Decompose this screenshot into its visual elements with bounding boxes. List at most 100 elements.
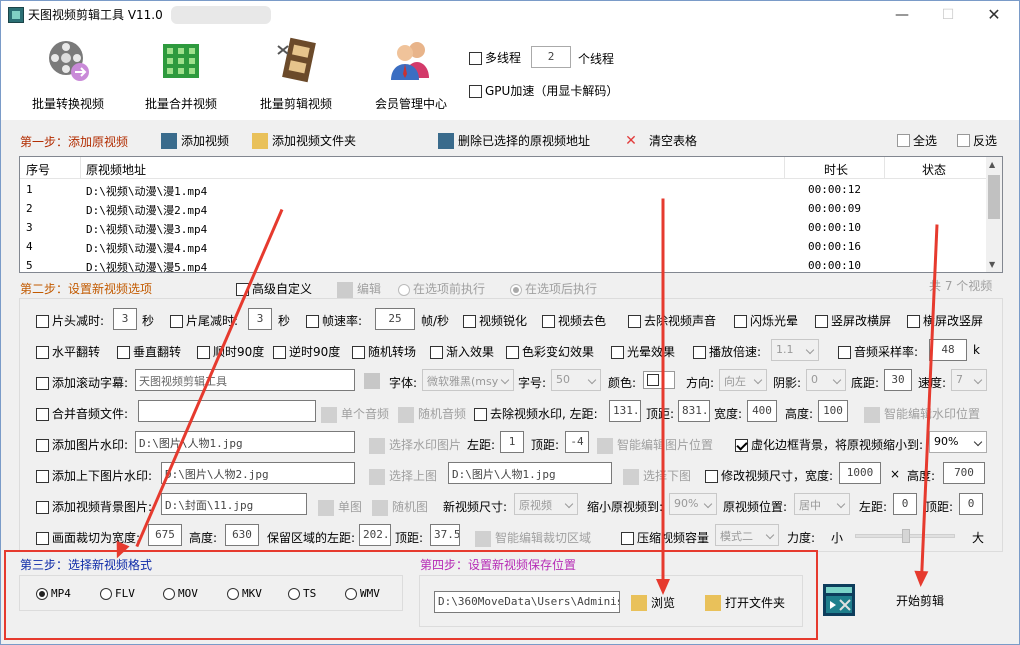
table-row[interactable]: 3 D:\视频\动漫\漫3.mp4 00:00:10 [20,219,986,238]
direction-select[interactable]: 向左 [719,369,767,391]
blur-bg-checkbox[interactable] [735,439,748,452]
v2h-option[interactable]: 竖屏改横屏 [815,312,891,329]
head-cut-option[interactable]: 片头减时: [36,312,104,329]
delete-selected-button[interactable]: 删除已选择的原视频地址 [438,132,590,149]
pick-img-button[interactable]: 选择水印图片 [369,436,461,454]
color-fx-option[interactable]: 色彩变幻效果 [506,343,594,360]
scroll-up-icon[interactable]: ▲ [989,160,995,169]
shrink-select[interactable]: 90% [669,493,717,515]
subtitle-checkbox[interactable] [36,377,49,390]
col-no[interactable]: 序号 [26,161,50,178]
force-slider[interactable] [855,529,955,543]
shadow-select[interactable]: 0 [806,369,846,391]
resize-height-field[interactable]: 700 [943,462,985,484]
pick-bottom-button[interactable]: 选择下图 [623,467,691,485]
img-wm-checkbox[interactable] [36,439,49,452]
font-select[interactable]: 微软雅黑(msy [422,369,514,391]
img-top-field[interactable]: -4 [565,431,589,453]
smart-crop-button[interactable]: 智能编辑裁切区域 [475,529,591,547]
minimize-button[interactable]: — [879,1,925,28]
new-size-select[interactable]: 原视频 [514,493,578,515]
wm-top-field[interactable]: 831.4 [678,400,710,422]
halo-checkbox[interactable] [611,346,624,359]
resample-option[interactable]: 音频采样率: [838,343,918,360]
merge-audio-checkbox[interactable] [36,408,49,421]
crop-top-field[interactable]: 37.5 [430,524,460,546]
bg-img-field[interactable]: D:\封面\11.jpg [161,493,307,515]
decolor-checkbox[interactable] [542,315,555,328]
v2h-checkbox[interactable] [815,315,828,328]
sharpen-option[interactable]: 视频锐化 [463,312,527,329]
keep-left-field[interactable]: 202.5 [359,524,391,546]
edit-button[interactable]: 编辑 [337,280,381,298]
bg-img-checkbox[interactable] [36,501,49,514]
flash-option[interactable]: 闪烁光晕 [734,312,798,329]
flash-checkbox[interactable] [734,315,747,328]
after-exec-radio[interactable] [510,283,522,296]
blur-bg-option[interactable]: 虚化边框背景，将原视频缩小到: [735,436,923,453]
sharpen-checkbox[interactable] [463,315,476,328]
invert-selection-button[interactable]: 反选 [957,132,997,149]
subtitle-option[interactable]: 添加滚动字幕: [36,374,128,391]
merge-audio-option[interactable]: 合并音频文件: [36,405,128,422]
top-img-field[interactable]: D:\图片\人物2.jpg [161,462,355,484]
vflip-option[interactable]: 垂直翻转 [117,343,181,360]
speed-select[interactable]: 1.1 [771,339,819,361]
fade-in-option[interactable]: 渐入效果 [430,343,494,360]
random-img-button[interactable]: 随机图 [372,498,428,516]
compress-option[interactable]: 压缩视频容量 [621,529,709,546]
color-fx-checkbox[interactable] [506,346,519,359]
resize-option[interactable]: 修改视频尺寸，宽度: [705,467,833,484]
fade-in-checkbox[interactable] [430,346,443,359]
clear-table-button[interactable]: ✕ 清空表格 [623,132,697,149]
tail-cut-field[interactable]: 3 [248,308,272,330]
batch-merge-button[interactable]: 批量合并视频 [141,36,221,112]
rand-trans-checkbox[interactable] [352,346,365,359]
remove-wm-checkbox[interactable] [474,408,487,421]
audio-file-field[interactable] [138,400,316,422]
random-audio-button[interactable]: 随机音频 [398,405,466,423]
video-table[interactable]: 序号 原视频地址 时长 状态 1 D:\视频\动漫\漫1.mp4 00:00:1… [19,156,1003,273]
pos-select[interactable]: 居中 [794,493,850,515]
rot90-checkbox[interactable] [197,346,210,359]
rot-ccw-checkbox[interactable] [273,346,286,359]
bg-img-option[interactable]: 添加视频背景图片: [36,498,152,515]
rot-ccw-option[interactable]: 逆时90度 [273,343,340,360]
vflip-checkbox[interactable] [117,346,130,359]
multithread-option[interactable]: 多线程 [469,49,521,66]
add-video-button[interactable]: 添加视频 [161,132,229,149]
blur-scale-select[interactable]: 90% [929,431,987,453]
batch-convert-button[interactable]: 批量转换视频 [28,36,108,112]
smart-img-button[interactable]: 智能编辑图片位置 [597,436,713,454]
table-row[interactable]: 2 D:\视频\动漫\漫2.mp4 00:00:09 [20,200,986,219]
close-button[interactable]: ✕ [971,1,1017,28]
table-row[interactable]: 1 D:\视频\动漫\漫1.mp4 00:00:12 [20,181,986,200]
h2v-option[interactable]: 横屏改竖屏 [907,312,983,329]
resize-checkbox[interactable] [705,470,718,483]
crop-height-field[interactable]: 630 [225,524,259,546]
resample-checkbox[interactable] [838,346,851,359]
wm-height-field[interactable]: 100 [818,400,848,422]
img-wm-option[interactable]: 添加图片水印: [36,436,128,453]
rot90-option[interactable]: 顺时90度 [197,343,264,360]
col-duration[interactable]: 时长 [824,161,848,178]
clapperboard-icon[interactable] [822,583,856,617]
crop-width-field[interactable]: 675 [148,524,182,546]
bottom-field[interactable]: 30 [884,369,912,391]
start-edit-button[interactable]: 开始剪辑 [896,592,944,609]
before-exec-radio[interactable] [398,283,410,296]
col-path[interactable]: 原视频地址 [86,161,146,178]
img-left-field[interactable]: 1 [500,431,524,453]
thread-count-field[interactable]: 2 [531,46,571,68]
resample-field[interactable]: 48 [929,339,967,361]
decolor-option[interactable]: 视频去色 [542,312,606,329]
tb-img-checkbox[interactable] [36,470,49,483]
maximize-button[interactable]: ☐ [925,1,971,28]
before-exec-option[interactable]: 在选项前执行 [398,280,485,297]
remove-wm-option[interactable]: 去除视频水印, 左距: [474,405,598,422]
size-select[interactable]: 50 [551,369,601,391]
force-slider-thumb[interactable] [902,529,910,543]
mute-checkbox[interactable] [628,315,641,328]
scroll-thumb[interactable] [988,175,1000,219]
fps-option[interactable]: 帧速率: [306,312,362,329]
